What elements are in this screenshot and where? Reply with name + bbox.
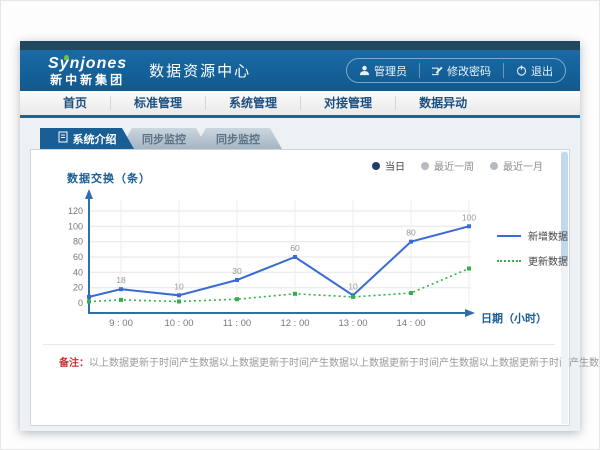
time-range-filter: 当日 最近一周 最近一月 — [372, 158, 543, 173]
svg-text:80: 80 — [73, 237, 83, 247]
user-menu-button[interactable]: 管理员 — [347, 63, 419, 78]
chart-legend: 新增数据 更新数据 — [497, 228, 568, 278]
radio-dot-icon — [490, 162, 498, 170]
edit-icon — [432, 65, 443, 76]
logo-text-en: Synjones — [48, 56, 127, 72]
user-controls: 管理员 修改密码 退出 — [346, 58, 566, 83]
radio-today[interactable]: 当日 — [372, 158, 405, 173]
logout-label: 退出 — [531, 63, 553, 79]
change-password-button[interactable]: 修改密码 — [419, 63, 503, 78]
svg-text:14 : 00: 14 : 00 — [396, 318, 425, 329]
svg-text:10: 10 — [174, 281, 184, 291]
panel-scrollbar — [561, 151, 568, 424]
nav-item-home[interactable]: 首页 — [40, 96, 111, 110]
footnote-text: 以上数据更新于时间产生数据以上数据更新于时间产生数据以上数据更新于时间产生数据以… — [89, 358, 600, 369]
tab-sync-monitor-1[interactable]: 同步监控 — [120, 128, 208, 149]
svg-text:120: 120 — [68, 206, 83, 216]
user-name: 管理员 — [374, 63, 407, 79]
svg-text:10 : 00: 10 : 00 — [164, 318, 193, 329]
radio-label: 最近一周 — [434, 158, 474, 173]
nav-item-system-mgmt[interactable]: 系统管理 — [206, 96, 301, 110]
svg-text:11 : 00: 11 : 00 — [223, 318, 251, 329]
content-area: 系统介绍 同步监控 同步监控 当日 最近一周 — [20, 118, 580, 431]
tab-sync-monitor-2[interactable]: 同步监控 — [194, 128, 282, 149]
footnote: 备注：以上数据更新于时间产生数据以上数据更新于时间产生数据以上数据更新于时间产生… — [59, 354, 600, 369]
company-logo: Synjones 新中新集团 — [48, 56, 127, 86]
svg-text:12 : 00: 12 : 00 — [280, 318, 309, 329]
page-background: Synjones 新中新集团 数据资源中心 管理员 修改密码 退出 — [0, 0, 600, 450]
svg-text:60: 60 — [290, 243, 300, 253]
svg-text:30: 30 — [232, 266, 242, 276]
radio-label: 最近一月 — [503, 158, 543, 173]
radio-label: 当日 — [385, 158, 405, 173]
chart-panel: 当日 最近一周 最近一月 数据交换（条） 日期（小时） 0 20 40 60 80 100… — [30, 149, 570, 426]
legend-update-data[interactable]: 更新数据 — [497, 253, 568, 268]
logo-leaf-accent — [64, 55, 69, 60]
dotted-line-swatch — [497, 260, 521, 262]
footnote-label: 备注： — [59, 358, 89, 369]
document-icon — [58, 131, 68, 146]
svg-text:80: 80 — [406, 228, 416, 238]
svg-text:9 : 00: 9 : 00 — [109, 318, 133, 329]
tab-label: 同步监控 — [216, 131, 260, 147]
nav-item-data-change[interactable]: 数据异动 — [396, 96, 490, 110]
radio-dot-icon — [421, 162, 429, 170]
y-axis-title: 数据交换（条） — [67, 170, 151, 186]
note-divider — [43, 344, 555, 345]
svg-text:0: 0 — [78, 298, 83, 308]
window-top-strip — [20, 41, 580, 50]
svg-text:100: 100 — [462, 212, 476, 222]
svg-text:10: 10 — [348, 281, 358, 291]
tab-system-intro[interactable]: 系统介绍 — [40, 128, 134, 149]
change-password-label: 修改密码 — [447, 63, 491, 79]
radio-last-month[interactable]: 最近一月 — [490, 158, 543, 173]
svg-text:20: 20 — [73, 283, 83, 293]
radio-dot-icon — [372, 162, 380, 170]
nav-item-docking-mgmt[interactable]: 对接管理 — [301, 96, 396, 110]
nav-item-standard-mgmt[interactable]: 标准管理 — [111, 96, 206, 110]
main-nav: 首页 标准管理 系统管理 对接管理 数据异动 — [20, 91, 580, 118]
logout-button[interactable]: 退出 — [503, 63, 565, 78]
power-icon — [516, 65, 527, 76]
svg-text:100: 100 — [68, 221, 83, 231]
tab-label: 系统介绍 — [73, 131, 117, 147]
page-title: 数据资源中心 — [149, 60, 251, 81]
svg-text:18: 18 — [116, 275, 126, 285]
x-axis-title: 日期（小时） — [481, 310, 547, 326]
svg-text:40: 40 — [73, 267, 83, 277]
radio-last-week[interactable]: 最近一周 — [421, 158, 474, 173]
svg-text:13 : 00: 13 : 00 — [338, 318, 367, 329]
tab-label: 同步监控 — [142, 131, 186, 147]
legend-new-data[interactable]: 新增数据 — [497, 228, 568, 243]
svg-text:60: 60 — [73, 252, 83, 262]
tab-bar: 系统介绍 同步监控 同步监控 — [40, 128, 570, 149]
solid-line-swatch — [497, 235, 521, 237]
user-icon — [359, 65, 370, 76]
app-header: Synjones 新中新集团 数据资源中心 管理员 修改密码 退出 — [20, 50, 580, 91]
logo-text-cn: 新中新集团 — [48, 74, 127, 86]
app-window: Synjones 新中新集团 数据资源中心 管理员 修改密码 退出 — [20, 41, 580, 431]
